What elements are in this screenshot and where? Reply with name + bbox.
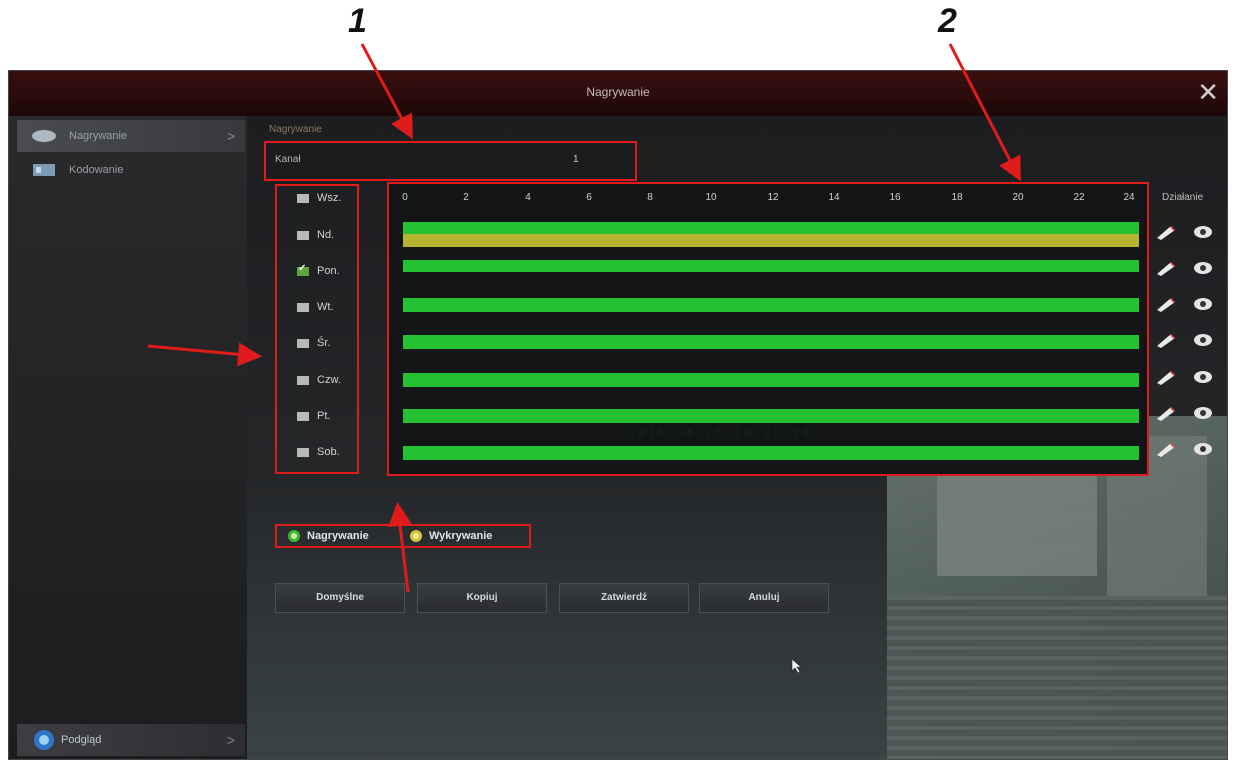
copy-button[interactable]: Kopiuj (417, 583, 547, 613)
sidebar-item-preview[interactable]: Podgląd > (17, 724, 245, 756)
sidebar-item-label: Nagrywanie (69, 130, 128, 142)
chevron-right-icon: > (226, 128, 235, 144)
close-icon[interactable]: ✕ (1197, 79, 1219, 105)
encode-icon (33, 164, 55, 176)
action-column (1155, 220, 1227, 470)
view-eye-icon[interactable] (1193, 294, 1213, 314)
view-eye-icon[interactable] (1193, 330, 1213, 350)
callout-1: 1 (348, 2, 367, 40)
window-title: Nagrywanie (586, 85, 650, 99)
view-eye-icon[interactable] (1193, 439, 1213, 459)
record-icon (32, 130, 56, 142)
edit-pencil-icon[interactable] (1155, 403, 1177, 423)
mouse-cursor-icon (791, 658, 802, 674)
sidebar-item-label: Kodowanie (69, 164, 124, 176)
sidebar-item-label: Podgląd (61, 734, 102, 746)
callout-box-4 (275, 524, 531, 548)
sidebar-item-recording[interactable]: Nagrywanie > (17, 120, 245, 152)
default-button[interactable]: Domyślne (275, 583, 405, 613)
edit-pencil-icon[interactable] (1155, 367, 1177, 387)
chevron-right-icon: > (226, 732, 235, 748)
callout-2: 2 (938, 2, 957, 40)
view-eye-icon[interactable] (1193, 403, 1213, 423)
callout-box-3 (275, 184, 359, 474)
apply-button[interactable]: Zatwierdź (559, 583, 689, 613)
action-header: Działanie (1162, 192, 1204, 203)
sidebar-item-encoding[interactable]: Kodowanie (17, 154, 245, 186)
callout-box-1 (264, 141, 637, 181)
dvr-screen: Nagrywanie ✕ Nagrywanie > Kodowanie Podg… (8, 70, 1228, 760)
view-eye-icon[interactable] (1193, 367, 1213, 387)
edit-pencil-icon[interactable] (1155, 222, 1177, 242)
main-panel: Nagrywanie Kanał 1 Wsz. Nd. Pon. Wt. Śr.… (247, 116, 1227, 759)
edit-pencil-icon[interactable] (1155, 439, 1177, 459)
view-eye-icon[interactable] (1193, 258, 1213, 278)
sidebar: Nagrywanie > Kodowanie Podgląd > (9, 116, 247, 759)
edit-pencil-icon[interactable] (1155, 258, 1177, 278)
title-bar: Nagrywanie ✕ (9, 71, 1227, 116)
edit-pencil-icon[interactable] (1155, 330, 1177, 350)
section-title: Nagrywanie (269, 124, 322, 135)
cancel-button[interactable]: Anuluj (699, 583, 829, 613)
callout-box-2 (387, 182, 1149, 476)
view-eye-icon[interactable] (1193, 222, 1213, 242)
edit-pencil-icon[interactable] (1155, 294, 1177, 314)
preview-icon (34, 730, 54, 750)
